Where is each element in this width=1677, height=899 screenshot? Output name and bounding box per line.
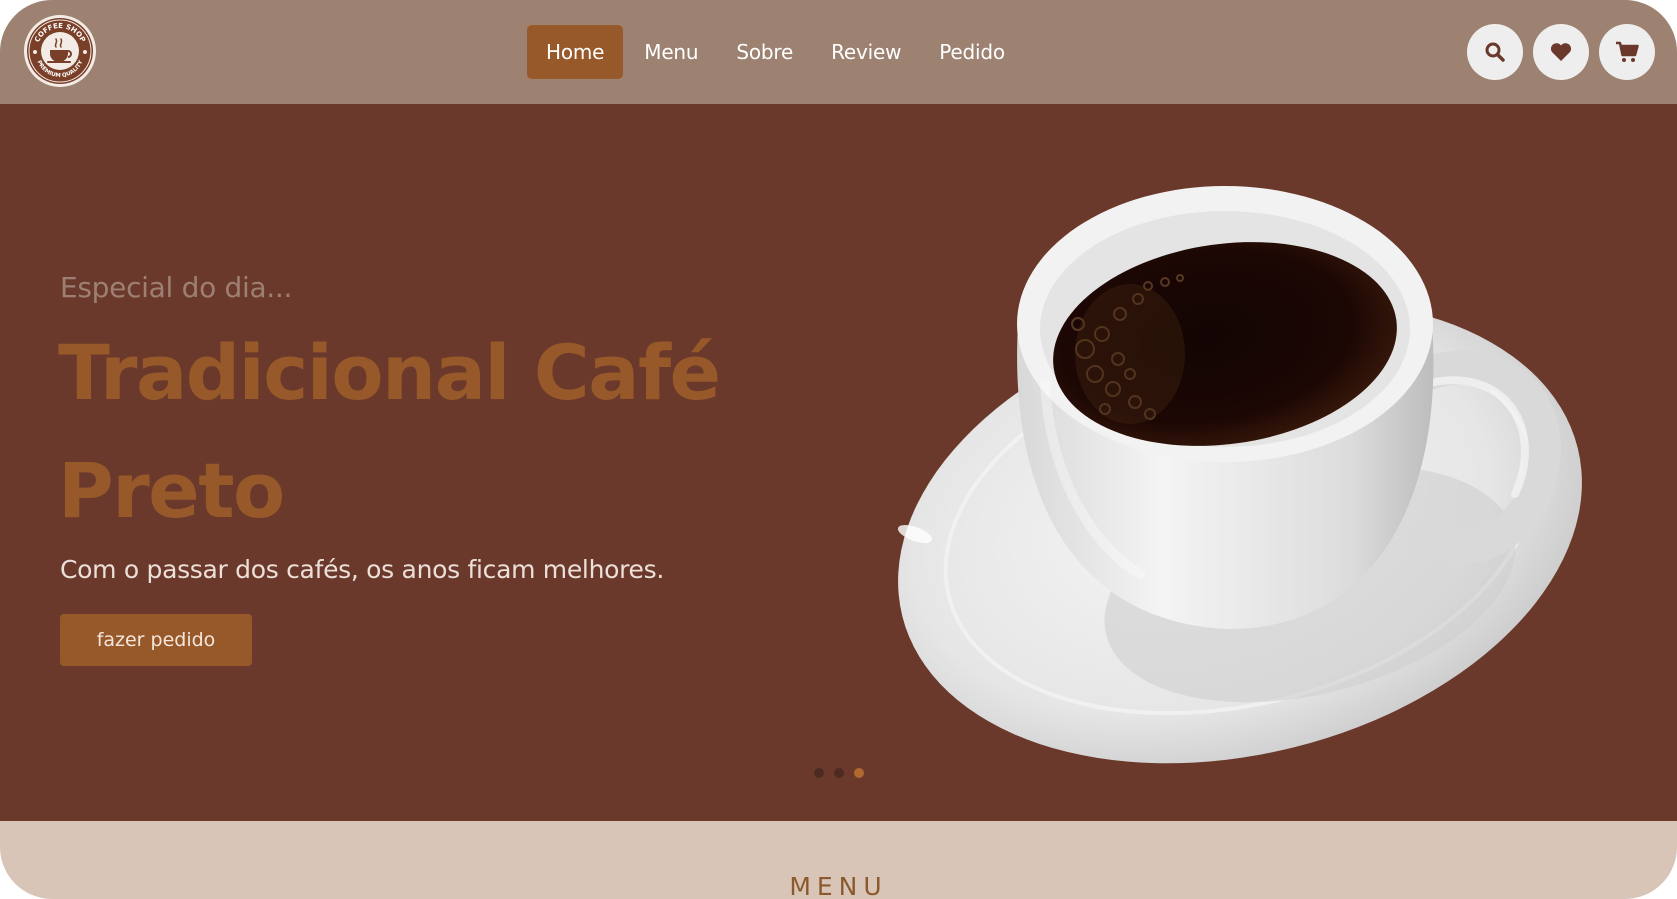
search-icon [1485,42,1505,62]
hero-eyebrow: Especial do dia... [60,271,293,304]
cart-button[interactable] [1599,24,1655,80]
wishlist-button[interactable] [1533,24,1589,80]
page-frame: COFFEE SHOP PREMIUM QUALITY Home Menu So… [0,0,1677,899]
search-button[interactable] [1467,24,1523,80]
hero-title-line2: Preto [58,446,285,535]
coffee-shop-logo[interactable]: COFFEE SHOP PREMIUM QUALITY [23,14,97,88]
nav-menu[interactable]: Menu [625,25,717,79]
main-nav: Home Menu Sobre Review Pedido [527,25,1024,79]
cart-icon [1616,41,1639,62]
coffee-cup-icon: COFFEE SHOP PREMIUM QUALITY [24,15,96,87]
slider-dots [814,768,864,778]
hero-subtitle: Com o passar dos cafés, os anos ficam me… [60,555,664,584]
nav-sobre[interactable]: Sobre [717,25,812,79]
hero-title-line1: Tradicional Café [58,328,721,417]
heart-icon [1550,43,1572,61]
hero-slider: Especial do dia... Tradicional Café Pret… [0,104,1677,821]
nav-home[interactable]: Home [527,25,624,79]
nav-pedido[interactable]: Pedido [920,25,1024,79]
slider-dot-3[interactable] [854,768,864,778]
site-header: COFFEE SHOP PREMIUM QUALITY Home Menu So… [0,0,1677,104]
coffee-cup-image [897,186,1582,764]
menu-section-heading: MENU [789,872,888,899]
nav-review[interactable]: Review [812,25,920,79]
order-button[interactable]: fazer pedido [60,614,252,666]
slider-dot-1[interactable] [814,768,824,778]
slider-dot-2[interactable] [834,768,844,778]
hero-title: Tradicional Café Preto [58,314,818,550]
header-actions [1467,24,1655,80]
